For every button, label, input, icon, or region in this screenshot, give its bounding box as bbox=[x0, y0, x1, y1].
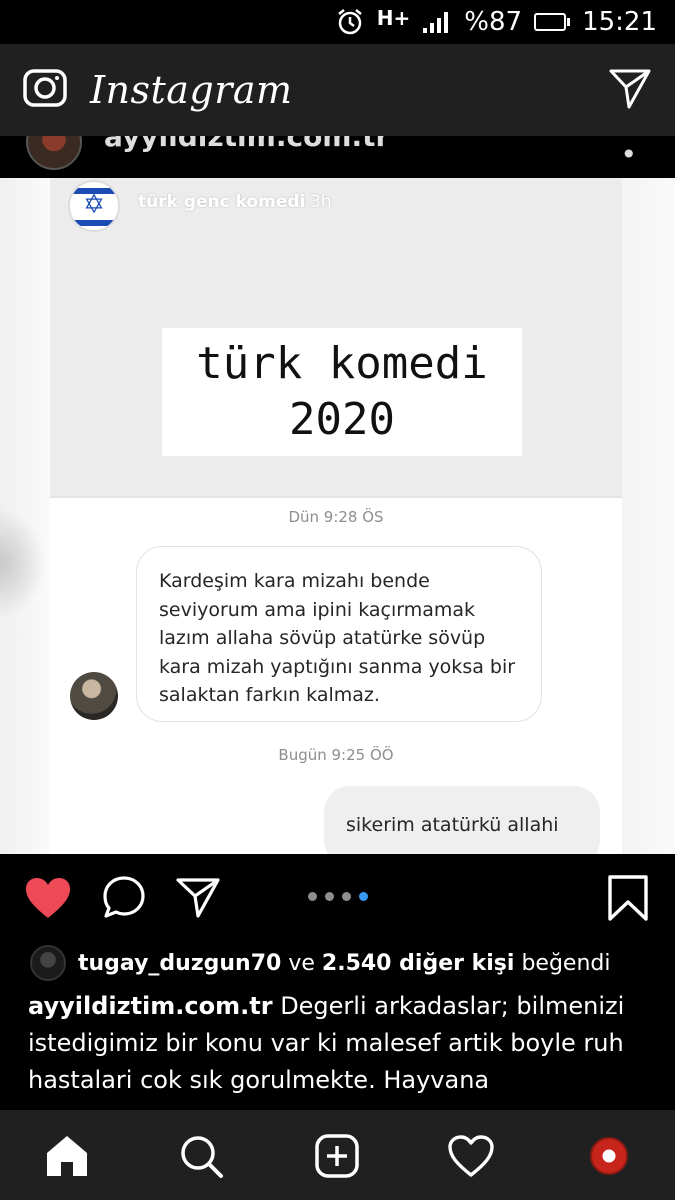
carousel-dot bbox=[325, 892, 334, 901]
liker-username[interactable]: tugay_duzgun70 bbox=[78, 951, 281, 976]
story-meme-text: türk komedi 2020 bbox=[162, 328, 522, 456]
like-heart-icon[interactable] bbox=[22, 874, 74, 922]
carousel-indicator bbox=[308, 892, 368, 901]
chat-message-outgoing: sikerim atatürkü allahi bbox=[324, 786, 600, 854]
profile-avatar[interactable] bbox=[584, 1132, 634, 1180]
search-icon[interactable] bbox=[176, 1132, 226, 1180]
share-icon[interactable] bbox=[172, 874, 224, 922]
post-author-row[interactable]: ayyildiztim.com.tr • bbox=[0, 136, 675, 178]
home-icon[interactable] bbox=[42, 1132, 92, 1180]
more-options-icon[interactable]: • bbox=[620, 138, 637, 171]
carousel-dot bbox=[342, 892, 351, 901]
story-avatar-flag-icon: ✡ bbox=[68, 180, 120, 232]
alarm-icon bbox=[335, 7, 365, 37]
comment-icon[interactable] bbox=[98, 874, 150, 922]
battery-percent: %87 bbox=[464, 7, 523, 37]
chat-message-incoming: Kardeşim kara mizahı bende seviyorum ama… bbox=[136, 546, 542, 722]
meme-line-1: türk komedi bbox=[196, 338, 488, 389]
bookmark-icon[interactable] bbox=[602, 874, 654, 922]
image-left-edge bbox=[0, 178, 48, 854]
carousel-dot bbox=[359, 892, 368, 901]
author-name[interactable]: ayyildiztim.com.tr bbox=[104, 136, 389, 153]
image-right-edge bbox=[622, 178, 675, 854]
direct-message-icon[interactable] bbox=[607, 65, 653, 115]
signal-icon bbox=[422, 10, 452, 34]
chat-message-outgoing-text: sikerim atatürkü allahi bbox=[346, 814, 559, 836]
new-post-icon[interactable] bbox=[312, 1132, 362, 1180]
status-bar: H+ %87 15:21 bbox=[0, 0, 675, 44]
story-screenshot: ✡ türk genc komedi 3h türk komedi 2020 bbox=[50, 178, 622, 496]
likes-suffix: beğendi bbox=[521, 950, 611, 976]
camera-icon[interactable] bbox=[22, 65, 68, 115]
app-header: Instagram bbox=[0, 44, 675, 136]
chat-sender-avatar bbox=[70, 672, 118, 720]
network-type: H+ bbox=[376, 6, 411, 30]
activity-icon[interactable] bbox=[446, 1132, 496, 1180]
author-avatar[interactable] bbox=[26, 136, 82, 170]
carousel-dot bbox=[308, 892, 317, 901]
story-username: türk genc komedi bbox=[138, 192, 306, 212]
likes-others[interactable]: 2.540 diğer kişi bbox=[322, 951, 515, 976]
likes-connector: ve bbox=[288, 950, 315, 976]
bottom-nav bbox=[0, 1110, 675, 1200]
chat-timestamp-1: Dün 9:28 ÖS bbox=[288, 508, 384, 526]
app-logo: Instagram bbox=[90, 68, 293, 112]
clock: 15:21 bbox=[582, 7, 657, 37]
meme-line-2: 2020 bbox=[289, 394, 395, 445]
post-actions bbox=[0, 854, 675, 942]
story-time: 3h bbox=[310, 192, 332, 212]
liker-avatar[interactable] bbox=[30, 945, 66, 981]
chat-screenshot: Dün 9:28 ÖS Kardeşim kara mizahı bende s… bbox=[50, 496, 622, 854]
caption-username[interactable]: ayyildiztim.com.tr bbox=[28, 992, 273, 1020]
post-caption: ayyildiztim.com.tr Degerli arkadaslar; b… bbox=[28, 988, 658, 1110]
battery-icon bbox=[534, 13, 571, 31]
chat-timestamp-2: Bugün 9:25 ÖÖ bbox=[278, 746, 394, 764]
likes-row[interactable]: tugay_duzgun70 ve 2.540 diğer kişi beğen… bbox=[0, 942, 675, 984]
post-image[interactable]: ✡ türk genc komedi 3h türk komedi 2020 D… bbox=[0, 178, 675, 854]
